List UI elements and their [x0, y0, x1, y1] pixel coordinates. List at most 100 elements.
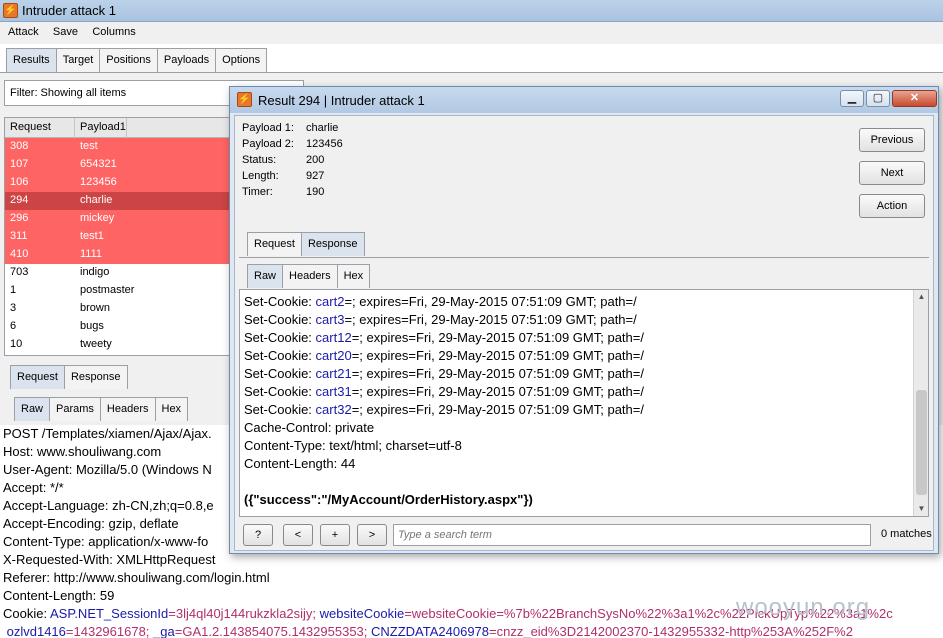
- table-row[interactable]: 311 test1: [5, 228, 243, 246]
- info-label: Payload 2:: [242, 138, 294, 150]
- column-request[interactable]: Request: [5, 118, 75, 138]
- cell-payload: brown: [80, 302, 110, 314]
- cell-request: 3: [10, 302, 17, 314]
- table-row[interactable]: 3 brown: [5, 300, 243, 318]
- cell-payload: tweety: [80, 338, 112, 350]
- cell-payload: 654321: [80, 158, 117, 170]
- menu-attack[interactable]: Attack: [0, 22, 42, 38]
- action-button[interactable]: Action: [859, 194, 925, 218]
- window-title: Intruder attack 1: [22, 3, 116, 18]
- response-scrollbar[interactable]: ▲ ▼: [913, 290, 928, 516]
- tab-headers[interactable]: Headers: [282, 264, 338, 288]
- dialog-body: Payload 1: charlie Payload 2: 123456 Statu…: [234, 115, 934, 551]
- divider: [239, 257, 929, 258]
- header-label: Set-Cookie:: [244, 348, 316, 363]
- cookie-attrs: =; expires=Fri, 29-May-2015 07:51:09 GMT…: [351, 330, 644, 345]
- tab-positions[interactable]: Positions: [99, 48, 158, 72]
- info-value: 927: [306, 170, 325, 182]
- cookie-attrs: =; expires=Fri, 29-May-2015 07:51:09 GMT…: [344, 312, 637, 327]
- cell-payload: 123456: [80, 176, 117, 188]
- next-match-button[interactable]: >: [357, 524, 387, 546]
- menu-save[interactable]: Save: [45, 22, 81, 38]
- cookie-key: _ga: [149, 624, 175, 638]
- dialog-view-tabs: Raw Headers Hex: [247, 264, 371, 288]
- response-text: Set-Cookie: cart2=; expires=Fri, 29-May-…: [240, 290, 913, 516]
- tab-headers[interactable]: Headers: [99, 397, 156, 421]
- burp-logo-icon: ⚡: [237, 92, 252, 107]
- cookie-attrs: =; expires=Fri, 29-May-2015 07:51:09 GMT…: [351, 402, 644, 417]
- search-input[interactable]: [393, 524, 871, 546]
- result-dialog: ⚡ Result 294 | Intruder attack 1 ▁ ▢ ✕ P…: [229, 86, 939, 554]
- tab-response[interactable]: Response: [63, 365, 128, 389]
- tab-response[interactable]: Response: [300, 232, 365, 256]
- cookie-key: cart3: [315, 312, 345, 327]
- cookie-attrs: =; expires=Fri, 29-May-2015 07:51:09 GMT…: [351, 366, 644, 381]
- scrollbar-thumb[interactable]: [916, 390, 927, 495]
- scroll-down-icon[interactable]: ▼: [914, 502, 929, 516]
- tab-hex[interactable]: Hex: [154, 397, 189, 421]
- cookie-key: cart31: [315, 384, 352, 399]
- cookie-attrs: =; expires=Fri, 29-May-2015 07:51:09 GMT…: [344, 294, 637, 309]
- results-table-header: Request Payload1: [5, 118, 243, 138]
- table-row-selected[interactable]: 294 charlie: [5, 192, 243, 210]
- tab-hex[interactable]: Hex: [336, 264, 371, 288]
- tab-request[interactable]: Request: [247, 232, 302, 256]
- results-table: Request Payload1 308 test 107 654321 106 123…: [4, 117, 244, 356]
- close-button[interactable]: ✕: [892, 90, 937, 107]
- header-label: Set-Cookie:: [244, 294, 316, 309]
- tab-payloads[interactable]: Payloads: [156, 48, 217, 72]
- tab-options[interactable]: Options: [215, 48, 268, 72]
- help-button[interactable]: ?: [243, 524, 273, 546]
- cell-payload: charlie: [80, 194, 113, 206]
- table-row[interactable]: 106 123456: [5, 174, 243, 192]
- info-value: charlie: [306, 122, 339, 134]
- table-row[interactable]: 410 1111: [5, 246, 243, 264]
- tab-request[interactable]: Request: [10, 365, 65, 389]
- cell-request: 107: [10, 158, 29, 170]
- tab-target[interactable]: Target: [55, 48, 101, 72]
- main-tabs: Results Target Positions Payloads Options: [6, 48, 268, 72]
- table-row[interactable]: 107 654321: [5, 156, 243, 174]
- response-editor[interactable]: Set-Cookie: cart2=; expires=Fri, 29-May-…: [239, 289, 929, 517]
- info-value: 200: [306, 154, 325, 166]
- tab-raw[interactable]: Raw: [14, 397, 51, 421]
- response-line: Set-Cookie: cart3=; expires=Fri, 29-May-…: [244, 311, 913, 329]
- cookie-key: cart12: [315, 330, 352, 345]
- minimize-button[interactable]: ▁: [840, 90, 864, 107]
- cookie-line: ozlvd1416=1432961678; _ga=GA1.2.14385407…: [3, 623, 943, 638]
- header-label: Set-Cookie:: [244, 384, 316, 399]
- match-count: 0 matches: [881, 528, 932, 540]
- response-line: Cache-Control: private: [244, 420, 375, 435]
- info-value: 190: [306, 186, 325, 198]
- cell-payload: 1111: [80, 248, 103, 260]
- table-row[interactable]: 6 bugs: [5, 318, 243, 336]
- cell-payload: bugs: [80, 320, 104, 332]
- previous-button[interactable]: Previous: [859, 128, 925, 152]
- response-line: Content-Type: text/html; charset=utf-8: [244, 438, 462, 453]
- cookie-key: cart20: [315, 348, 352, 363]
- tab-raw[interactable]: Raw: [247, 264, 284, 288]
- request-line: Referer: http://www.shouliwang.com/login…: [3, 570, 270, 585]
- menu-columns[interactable]: Columns: [84, 22, 138, 38]
- header-label: Set-Cookie:: [244, 366, 316, 381]
- tab-params[interactable]: Params: [49, 397, 101, 421]
- next-button[interactable]: Next: [859, 161, 925, 185]
- cell-payload: postmaster: [80, 284, 135, 296]
- column-payload1[interactable]: Payload1: [75, 118, 127, 138]
- table-row[interactable]: 308 test: [5, 138, 243, 156]
- cell-request: 10: [10, 338, 23, 350]
- response-line: Set-Cookie: cart2=; expires=Fri, 29-May-…: [244, 293, 913, 311]
- tab-results[interactable]: Results: [6, 48, 57, 72]
- previous-match-button[interactable]: <: [283, 524, 313, 546]
- cell-payload: test1: [80, 230, 104, 242]
- header-label: Set-Cookie:: [244, 330, 316, 345]
- cell-request: 311: [10, 230, 28, 242]
- maximize-button[interactable]: ▢: [866, 90, 890, 107]
- table-row[interactable]: 296 mickey: [5, 210, 243, 228]
- burp-logo-icon: ⚡: [3, 3, 18, 18]
- table-row[interactable]: 10 tweety: [5, 336, 243, 354]
- add-search-button[interactable]: +: [320, 524, 350, 546]
- table-row[interactable]: 703 indigo: [5, 264, 243, 282]
- table-row[interactable]: 1 postmaster: [5, 282, 243, 300]
- scroll-up-icon[interactable]: ▲: [914, 290, 929, 304]
